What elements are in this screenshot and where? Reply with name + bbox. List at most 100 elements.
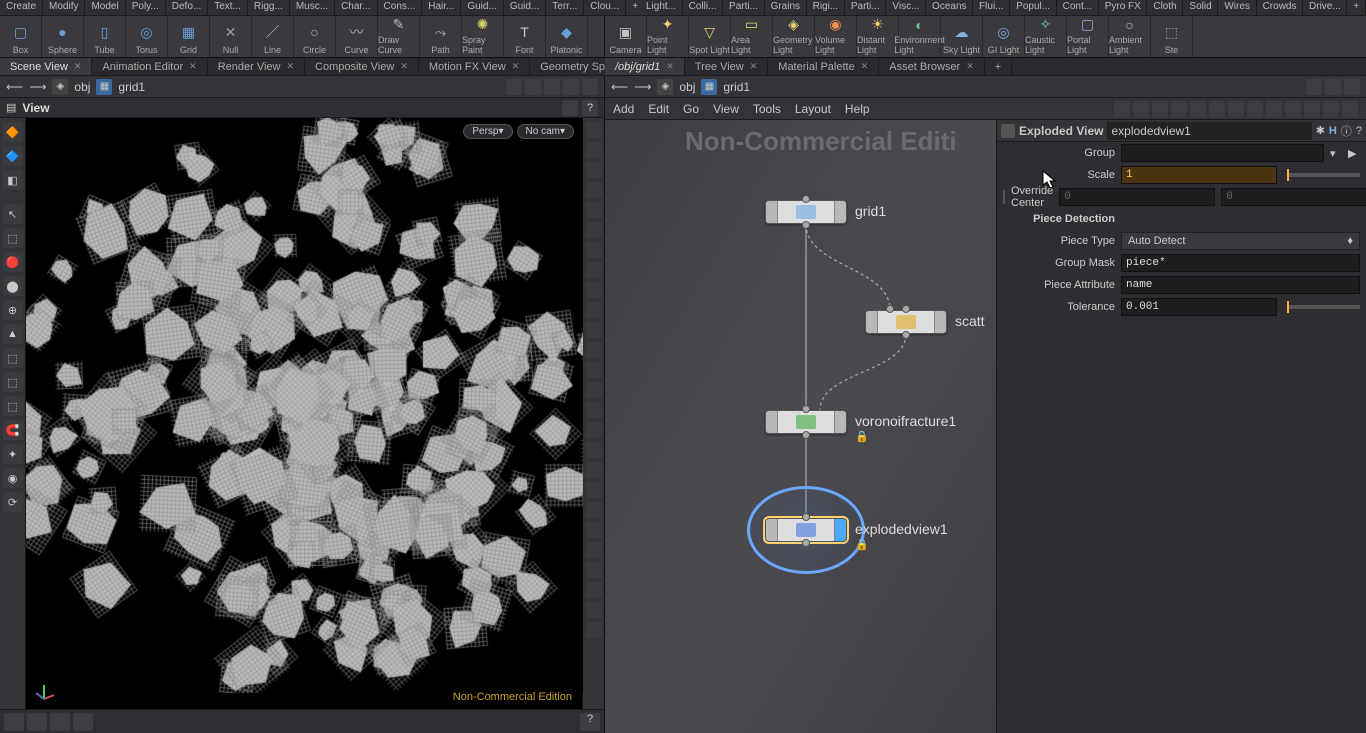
tool-button[interactable]: 🔴 <box>3 252 23 272</box>
tool-button[interactable]: ⟳ <box>3 492 23 512</box>
snap-button[interactable] <box>4 713 24 731</box>
shelf-tool[interactable]: ◆Platonic <box>546 16 588 57</box>
menu-item[interactable]: Hair... <box>422 0 461 15</box>
tab[interactable]: Scene View✕ <box>0 58 92 75</box>
display-option-button[interactable] <box>586 322 602 338</box>
shelf-tool[interactable]: ▯Tube <box>84 16 126 57</box>
piece-attr-field[interactable] <box>1121 276 1360 294</box>
tab[interactable]: Render View✕ <box>208 58 305 75</box>
menu-go[interactable]: Go <box>683 102 699 116</box>
menu-item[interactable]: Create <box>0 0 43 15</box>
pane-max-icon[interactable] <box>563 79 579 95</box>
tool-button[interactable]: ◧ <box>3 170 23 190</box>
menu-help[interactable]: Help <box>845 102 870 116</box>
context-crumb[interactable]: obj <box>679 80 695 94</box>
menu-item[interactable]: Guid... <box>461 0 503 15</box>
network-view[interactable]: Non-Commercial Editi grid1scattvoronoifr… <box>605 120 996 733</box>
shelf-tool[interactable]: ◎GI Light <box>983 16 1025 57</box>
tool-button[interactable]: 🧲 <box>3 420 23 440</box>
menu-item[interactable]: Terr... <box>546 0 584 15</box>
group-mask-field[interactable] <box>1121 254 1360 272</box>
menu-item[interactable]: Model <box>85 0 125 15</box>
shelf-tool[interactable]: ⬚Ste <box>1151 16 1193 57</box>
display-option-button[interactable] <box>586 442 602 458</box>
display-option-button[interactable] <box>586 422 602 438</box>
tool-button[interactable]: ⬚ <box>3 372 23 392</box>
net-toolbar-button[interactable] <box>1133 101 1149 117</box>
tab[interactable]: Tree View✕ <box>685 58 768 75</box>
help-icon[interactable]: ? <box>580 713 600 731</box>
menu-item[interactable]: Pyro FX <box>1099 0 1148 15</box>
display-option-button[interactable] <box>586 502 602 518</box>
menu-item[interactable]: Visc... <box>886 0 926 15</box>
menu-item[interactable]: Rigg... <box>248 0 290 15</box>
shelf-tool[interactable]: ✦Point Light <box>647 16 689 57</box>
tool-button[interactable]: ↖ <box>3 204 23 224</box>
display-option-button[interactable] <box>586 302 602 318</box>
camera-dropdown[interactable]: No cam▾ <box>517 124 574 139</box>
tool-button[interactable]: ⬚ <box>3 228 23 248</box>
menu-item[interactable]: Defo... <box>166 0 208 15</box>
net-toolbar-button[interactable] <box>1323 101 1339 117</box>
tab[interactable]: Asset Browser✕ <box>879 58 984 75</box>
menu-item[interactable]: Wires <box>1218 0 1256 15</box>
tool-button[interactable]: 🔷 <box>3 146 23 166</box>
back-icon[interactable]: ⟵ <box>6 80 23 94</box>
node-crumb[interactable]: grid1 <box>723 80 750 94</box>
help2-icon[interactable]: ? <box>1356 125 1362 137</box>
shelf-tool[interactable]: ▢Box <box>0 16 42 57</box>
vb-icon1[interactable] <box>562 100 578 116</box>
menu-item[interactable]: Crowds <box>1257 0 1303 15</box>
scale-field[interactable] <box>1121 166 1277 184</box>
net-toolbar-button[interactable] <box>1209 101 1225 117</box>
shelf-tool[interactable]: ✎Draw Curve <box>378 16 420 57</box>
menu-item[interactable]: Cont... <box>1057 0 1099 15</box>
pane-opts-icon[interactable] <box>525 79 541 95</box>
display-option-button[interactable] <box>586 522 602 538</box>
group-field[interactable] <box>1121 144 1324 162</box>
group-dropdown-icon[interactable]: ▾ <box>1330 147 1342 160</box>
tool-button[interactable]: ⬚ <box>3 348 23 368</box>
tolerance-slider[interactable] <box>1287 305 1360 309</box>
shelf-tool[interactable]: ✕Null <box>210 16 252 57</box>
tab[interactable]: Material Palette✕ <box>768 58 879 75</box>
pane-opts2-icon[interactable] <box>544 79 560 95</box>
shelf-tool[interactable]: ▭Area Light <box>731 16 773 57</box>
menu-item[interactable]: Modify <box>43 0 85 15</box>
net-toolbar-button[interactable] <box>1190 101 1206 117</box>
shelf-tool[interactable]: ／Line <box>252 16 294 57</box>
node-name-field[interactable]: explodedview1 <box>1107 122 1311 140</box>
menu-item[interactable]: Poly... <box>126 0 166 15</box>
display-option-button[interactable] <box>586 162 602 178</box>
menu-item[interactable]: Clou... <box>584 0 626 15</box>
add-tab-button[interactable]: + <box>985 58 1012 75</box>
shelf-tool[interactable]: ◎Torus <box>126 16 168 57</box>
shelf-tool[interactable]: ▽Spot Light <box>689 16 731 57</box>
pin-icon[interactable] <box>506 79 522 95</box>
net-toolbar-button[interactable] <box>1228 101 1244 117</box>
menu-item[interactable]: Colli... <box>683 0 723 15</box>
gear-icon[interactable] <box>1001 124 1015 138</box>
display-option-button[interactable] <box>586 122 602 138</box>
menu-item[interactable]: Parti... <box>845 0 887 15</box>
display-option-button[interactable] <box>586 382 602 398</box>
node-icon[interactable]: ▦ <box>96 79 112 95</box>
menu-item[interactable]: Cons... <box>378 0 423 15</box>
menu-layout[interactable]: Layout <box>795 102 831 116</box>
tool-button[interactable]: ◉ <box>3 468 23 488</box>
back-icon[interactable]: ⟵ <box>611 80 628 94</box>
node-explode[interactable] <box>765 518 847 542</box>
display-option-button[interactable] <box>586 462 602 478</box>
display-option-button[interactable] <box>586 262 602 278</box>
pin-icon[interactable] <box>1306 79 1322 95</box>
net-toolbar-button[interactable] <box>1266 101 1282 117</box>
piece-type-dropdown[interactable]: Auto Detect♦ <box>1121 232 1360 250</box>
tool-button[interactable]: ⊕ <box>3 300 23 320</box>
menu-item[interactable]: Cloth <box>1147 0 1183 15</box>
node-crumb[interactable]: grid1 <box>118 80 145 94</box>
menu-item[interactable]: Text... <box>208 0 248 15</box>
scale-slider[interactable] <box>1287 173 1360 177</box>
net-toolbar-button[interactable] <box>1114 101 1130 117</box>
display-option-button[interactable] <box>586 242 602 258</box>
snap-button[interactable] <box>27 713 47 731</box>
